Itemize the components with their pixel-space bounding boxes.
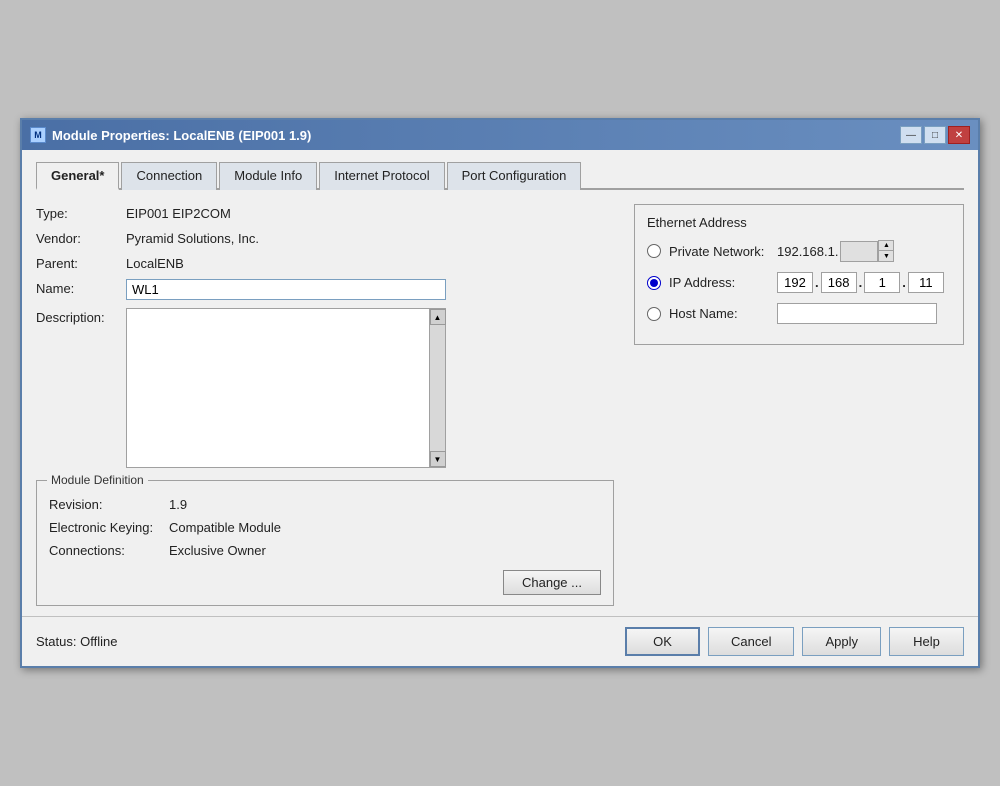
- host-name-input[interactable]: [777, 303, 937, 324]
- private-network-input[interactable]: [840, 241, 878, 262]
- ip-dot-3: .: [902, 275, 906, 290]
- name-input[interactable]: [126, 279, 446, 300]
- tab-connection[interactable]: Connection: [121, 162, 217, 190]
- ip-segment-1[interactable]: [777, 272, 813, 293]
- private-input-wrap: 192.168.1. ▲ ▼: [777, 240, 894, 262]
- spin-down-btn[interactable]: ▼: [879, 251, 893, 261]
- host-name-label: Host Name:: [669, 306, 769, 321]
- module-definition-content: Revision: 1.9 Electronic Keying: Compati…: [49, 497, 601, 595]
- maximize-button[interactable]: □: [924, 126, 946, 144]
- tab-bar: General* Connection Module Info Internet…: [36, 160, 964, 190]
- title-buttons: — □ ✕: [900, 126, 970, 144]
- help-button[interactable]: Help: [889, 627, 964, 656]
- name-label: Name:: [36, 279, 126, 296]
- window-content: General* Connection Module Info Internet…: [22, 150, 978, 616]
- minimize-button[interactable]: —: [900, 126, 922, 144]
- window-title: Module Properties: LocalENB (EIP001 1.9): [52, 128, 311, 143]
- ip-dot-1: .: [815, 275, 819, 290]
- change-button[interactable]: Change ...: [503, 570, 601, 595]
- vendor-value: Pyramid Solutions, Inc.: [126, 229, 259, 246]
- status-text: Status: Offline: [36, 634, 117, 649]
- module-definition-title: Module Definition: [47, 473, 148, 487]
- ip-address-radio[interactable]: [647, 276, 661, 290]
- private-network-row: Private Network: 192.168.1. ▲ ▼: [647, 240, 951, 262]
- apply-button[interactable]: Apply: [802, 627, 881, 656]
- vendor-row: Vendor: Pyramid Solutions, Inc.: [36, 229, 614, 246]
- radio-dot: [650, 279, 658, 287]
- ip-segment-4[interactable]: [908, 272, 944, 293]
- revision-value: 1.9: [169, 497, 187, 512]
- private-network-label: Private Network:: [669, 244, 769, 259]
- change-btn-wrap: Change ...: [49, 570, 601, 595]
- vendor-label: Vendor:: [36, 229, 126, 246]
- tab-internet-protocol[interactable]: Internet Protocol: [319, 162, 444, 190]
- parent-label: Parent:: [36, 254, 126, 271]
- ip-segment-3[interactable]: [864, 272, 900, 293]
- spin-up-btn[interactable]: ▲: [879, 241, 893, 251]
- electronic-keying-value: Compatible Module: [169, 520, 281, 535]
- tab-general[interactable]: General*: [36, 162, 119, 190]
- ip-address-label: IP Address:: [669, 275, 769, 290]
- title-bar: M Module Properties: LocalENB (EIP001 1.…: [22, 120, 978, 150]
- connections-value: Exclusive Owner: [169, 543, 266, 558]
- private-network-spinner: ▲ ▼: [878, 240, 894, 262]
- type-label: Type:: [36, 204, 126, 221]
- right-panel: Ethernet Address Private Network: 192.16…: [634, 204, 964, 606]
- title-bar-left: M Module Properties: LocalENB (EIP001 1.…: [30, 127, 311, 143]
- ip-input-group: . . .: [777, 272, 944, 293]
- ok-button[interactable]: OK: [625, 627, 700, 656]
- bottom-buttons: OK Cancel Apply Help: [625, 627, 964, 656]
- name-row: Name:: [36, 279, 614, 300]
- module-definition-box: Module Definition Revision: 1.9 Electron…: [36, 480, 614, 606]
- ethernet-address-title: Ethernet Address: [647, 215, 951, 230]
- window-icon: M: [30, 127, 46, 143]
- left-panel: Type: EIP001 EIP2COM Vendor: Pyramid Sol…: [36, 204, 614, 606]
- scroll-down-btn[interactable]: ▼: [430, 451, 446, 467]
- description-label: Description:: [36, 308, 126, 325]
- electronic-keying-row: Electronic Keying: Compatible Module: [49, 520, 601, 535]
- description-input[interactable]: [127, 309, 429, 467]
- revision-label: Revision:: [49, 497, 169, 512]
- bottom-bar: Status: Offline OK Cancel Apply Help: [22, 616, 978, 666]
- private-network-radio[interactable]: [647, 244, 661, 258]
- type-value: EIP001 EIP2COM: [126, 204, 231, 221]
- ip-dot-2: .: [859, 275, 863, 290]
- description-row: Description: ▲ ▼: [36, 308, 614, 468]
- connections-row: Connections: Exclusive Owner: [49, 543, 601, 558]
- cancel-button[interactable]: Cancel: [708, 627, 794, 656]
- revision-row: Revision: 1.9: [49, 497, 601, 512]
- status-label: Status:: [36, 634, 76, 649]
- type-row: Type: EIP001 EIP2COM: [36, 204, 614, 221]
- module-properties-window: M Module Properties: LocalENB (EIP001 1.…: [20, 118, 980, 668]
- connections-label: Connections:: [49, 543, 169, 558]
- ethernet-address-group: Ethernet Address Private Network: 192.16…: [634, 204, 964, 345]
- description-area: ▲ ▼: [126, 308, 446, 468]
- host-name-radio[interactable]: [647, 307, 661, 321]
- close-button[interactable]: ✕: [948, 126, 970, 144]
- tab-module-info[interactable]: Module Info: [219, 162, 317, 190]
- scroll-track: [430, 325, 445, 451]
- ip-address-row: IP Address: . . .: [647, 272, 951, 293]
- scroll-up-btn[interactable]: ▲: [430, 309, 446, 325]
- parent-value: LocalENB: [126, 254, 184, 271]
- electronic-keying-label: Electronic Keying:: [49, 520, 169, 535]
- main-area: Type: EIP001 EIP2COM Vendor: Pyramid Sol…: [36, 204, 964, 606]
- parent-row: Parent: LocalENB: [36, 254, 614, 271]
- status-value: Offline: [80, 634, 117, 649]
- host-name-row: Host Name:: [647, 303, 951, 324]
- description-scrollbar[interactable]: ▲ ▼: [429, 309, 445, 467]
- ip-segment-2[interactable]: [821, 272, 857, 293]
- private-prefix: 192.168.1.: [777, 244, 838, 259]
- tab-port-configuration[interactable]: Port Configuration: [447, 162, 582, 190]
